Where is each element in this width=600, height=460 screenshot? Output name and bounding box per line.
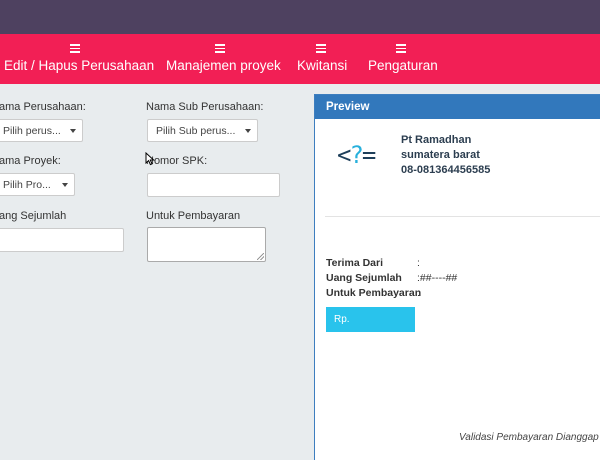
nama-perusahaan-selected: Pilih perus... (3, 125, 61, 137)
nama-perusahaan-select[interactable]: Pilih perus... (0, 119, 83, 142)
company-region: sumatera barat (401, 149, 480, 161)
preview-title: Preview (315, 95, 600, 119)
nav-item-label: Edit / Hapus Perusahaan (4, 58, 155, 73)
rp-amount-box: Rp. (326, 307, 415, 332)
nama-proyek-selected: Pilih Pro... (3, 179, 51, 191)
list-icon (396, 44, 406, 53)
nomor-spk-label: Nomor SPK: (146, 155, 208, 167)
untuk-pembayaran-textarea[interactable] (147, 227, 266, 262)
nav-item-pengaturan[interactable]: Pengaturan (368, 34, 438, 84)
nama-proyek-label: ama Proyek: (0, 155, 61, 167)
nav-item-label: Pengaturan (368, 58, 438, 73)
nama-sub-perusahaan-selected: Pilih Sub perus... (156, 125, 236, 137)
uang-sejumlah-label: ang Sejumlah (0, 210, 67, 222)
chevron-down-icon (70, 129, 76, 133)
nomor-spk-input[interactable] (147, 173, 280, 197)
list-icon (70, 44, 80, 53)
untuk-pembayaran-label: Untuk Pembayaran (146, 210, 241, 222)
company-name: Pt Ramadhan (401, 134, 472, 146)
nama-proyek-select[interactable]: Pilih Pro... (0, 173, 75, 196)
terima-dari-value: : (417, 257, 420, 269)
chevron-down-icon (62, 183, 68, 187)
chevron-down-icon (245, 129, 251, 133)
company-logo: <?= (337, 141, 376, 169)
nav-item-label: Manajemen proyek (166, 58, 281, 73)
list-icon (215, 44, 225, 53)
nama-perusahaan-label: ama Perusahaan: (0, 101, 86, 113)
uang-sejumlah-label: Uang Sejumlah (326, 272, 402, 284)
validasi-note: Validasi Pembayaran Dianggap sa (459, 432, 600, 443)
rp-label: Rp. (334, 314, 350, 325)
nav-item-kwitansi[interactable]: Kwitansi (297, 34, 347, 84)
nama-sub-perusahaan-select[interactable]: Pilih Sub perus... (147, 119, 258, 142)
list-icon (316, 44, 326, 53)
untuk-pembayaran-value: : (417, 287, 420, 299)
mouse-cursor-icon (145, 152, 155, 166)
uang-sejumlah-value: :##----## (417, 272, 458, 284)
main-navbar: Edit / Hapus Perusahaan Manajemen proyek… (0, 34, 600, 84)
top-bar (0, 0, 600, 34)
preview-panel: Preview <?= Pt Ramadhan sumatera barat 0… (314, 94, 600, 460)
uang-sejumlah-input[interactable] (0, 228, 124, 252)
nav-item-edit-hapus-perusahaan[interactable]: Edit / Hapus Perusahaan (4, 34, 154, 84)
divider (325, 216, 600, 217)
nama-sub-perusahaan-label: Nama Sub Perusahaan: (146, 101, 264, 113)
nav-item-manajemen-proyek[interactable]: Manajemen proyek (166, 34, 281, 84)
resize-grip-icon[interactable] (257, 253, 264, 260)
untuk-pembayaran-label: Untuk Pembayaran (326, 287, 422, 299)
nav-item-label: Kwitansi (297, 58, 348, 73)
company-phone: 08-081364456585 (401, 164, 491, 176)
terima-dari-label: Terima Dari (326, 257, 383, 269)
